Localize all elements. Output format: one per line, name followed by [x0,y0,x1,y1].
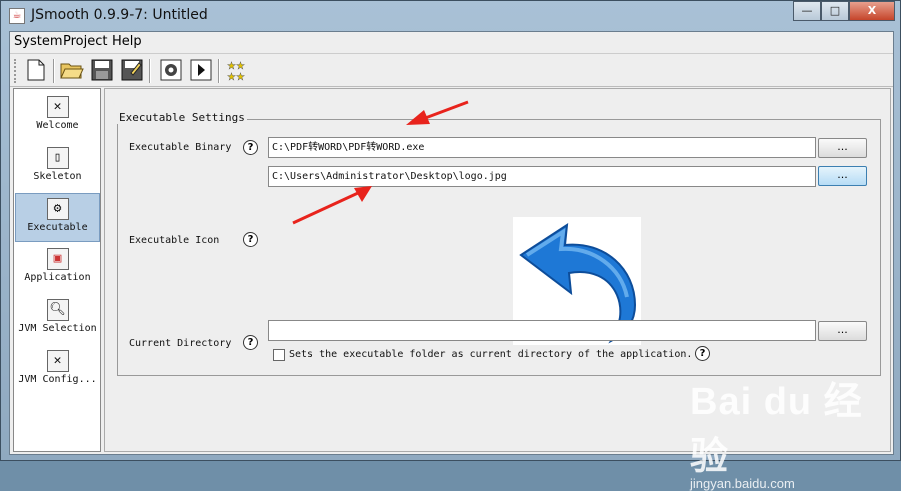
window-title: JSmooth 0.9.9-7: Untitled [31,7,208,23]
executable-gear-icon: ⚙ [46,198,69,220]
binary-browse-button[interactable]: ... [818,138,867,158]
java-app-icon[interactable]: ☕ [9,8,25,24]
curdir-path-field[interactable] [268,320,816,341]
about-stars-icon[interactable]: ★★ ★★ [225,57,251,83]
toolbar-separator [53,59,55,83]
menu-system[interactable]: System [14,34,62,49]
sidebar-item-jvm-config[interactable]: ✕ JVM Config... [15,346,100,395]
maximize-button[interactable]: □ [821,1,849,21]
welcome-icon: ✕ [46,96,69,118]
curdir-checkbox-label[interactable]: Sets the executable folder as current di… [289,349,692,360]
jvm-config-icon: ✕ [46,350,69,372]
jvm-selection-icon: 🔍︎ [46,299,69,321]
sidebar-item-label: Application [24,272,91,283]
icon-help-icon[interactable]: ? [243,232,258,247]
svg-text:★★: ★★ [227,61,245,72]
menu-bar: System Project Help [10,32,893,52]
watermark-main: Bai du 经验 [690,381,863,478]
menu-project[interactable]: Project [63,34,107,49]
title-bar[interactable]: ☕ JSmooth 0.9.9-7: Untitled — □ X [1,1,900,31]
sidebar-item-application[interactable]: ▣ Application [15,244,100,293]
sidebar-item-executable[interactable]: ⚙ Executable [15,193,100,242]
toolbar-gripper[interactable] [14,59,17,83]
window-controls: — □ X [793,1,895,21]
menu-help[interactable]: Help [112,34,142,49]
svg-text:★★: ★★ [227,72,245,81]
toolbar: ★★ ★★ [10,53,893,87]
open-folder-icon[interactable] [59,57,85,83]
watermark-url: jingyan.baidu.com [690,476,795,491]
sidebar: ✕ Welcome ▯ Skeleton ⚙ Executable ▣ Appl… [13,88,101,452]
sidebar-item-label: JVM Config... [18,374,97,385]
sidebar-item-label: JVM Selection [18,323,97,334]
curdir-checkbox-help-icon[interactable]: ? [695,346,710,361]
sidebar-item-label: Executable [27,222,88,233]
icon-browse-button[interactable]: ... [818,166,867,186]
sidebar-item-label: Skeleton [33,171,82,182]
icon-label: Executable Icon [129,235,220,246]
new-file-icon[interactable] [23,57,49,83]
binary-path-field[interactable]: C:\PDF转WORD\PDF转WORD.exe [268,137,816,158]
curdir-help-icon[interactable]: ? [243,335,258,350]
compile-gear-icon[interactable] [158,57,184,83]
toolbar-separator [149,59,151,83]
sidebar-item-jvm-selection[interactable]: 🔍︎ JVM Selection [15,295,100,344]
baidu-watermark: Bai du 经验 jingyan.baidu.com [690,370,901,491]
skeleton-icon: ▯ [46,147,69,169]
group-title: Executable Settings [117,111,247,124]
icon-path-field[interactable]: C:\Users\Administrator\Desktop\logo.jpg [268,166,816,187]
sidebar-item-welcome[interactable]: ✕ Welcome [15,92,100,141]
save-icon[interactable] [89,57,115,83]
minimize-button[interactable]: — [793,1,821,21]
curdir-label: Current Directory [129,338,232,349]
curdir-checkbox[interactable] [273,349,285,361]
sidebar-item-label: Welcome [36,120,79,131]
run-icon[interactable] [188,57,214,83]
sidebar-item-skeleton[interactable]: ▯ Skeleton [15,143,100,192]
binary-label: Executable Binary [129,142,232,153]
curdir-browse-button[interactable]: ... [818,321,867,341]
save-as-icon[interactable] [119,57,145,83]
binary-help-icon[interactable]: ? [243,140,258,155]
application-icon: ▣ [46,248,69,270]
close-button[interactable]: X [849,1,895,21]
toolbar-separator [218,59,220,83]
